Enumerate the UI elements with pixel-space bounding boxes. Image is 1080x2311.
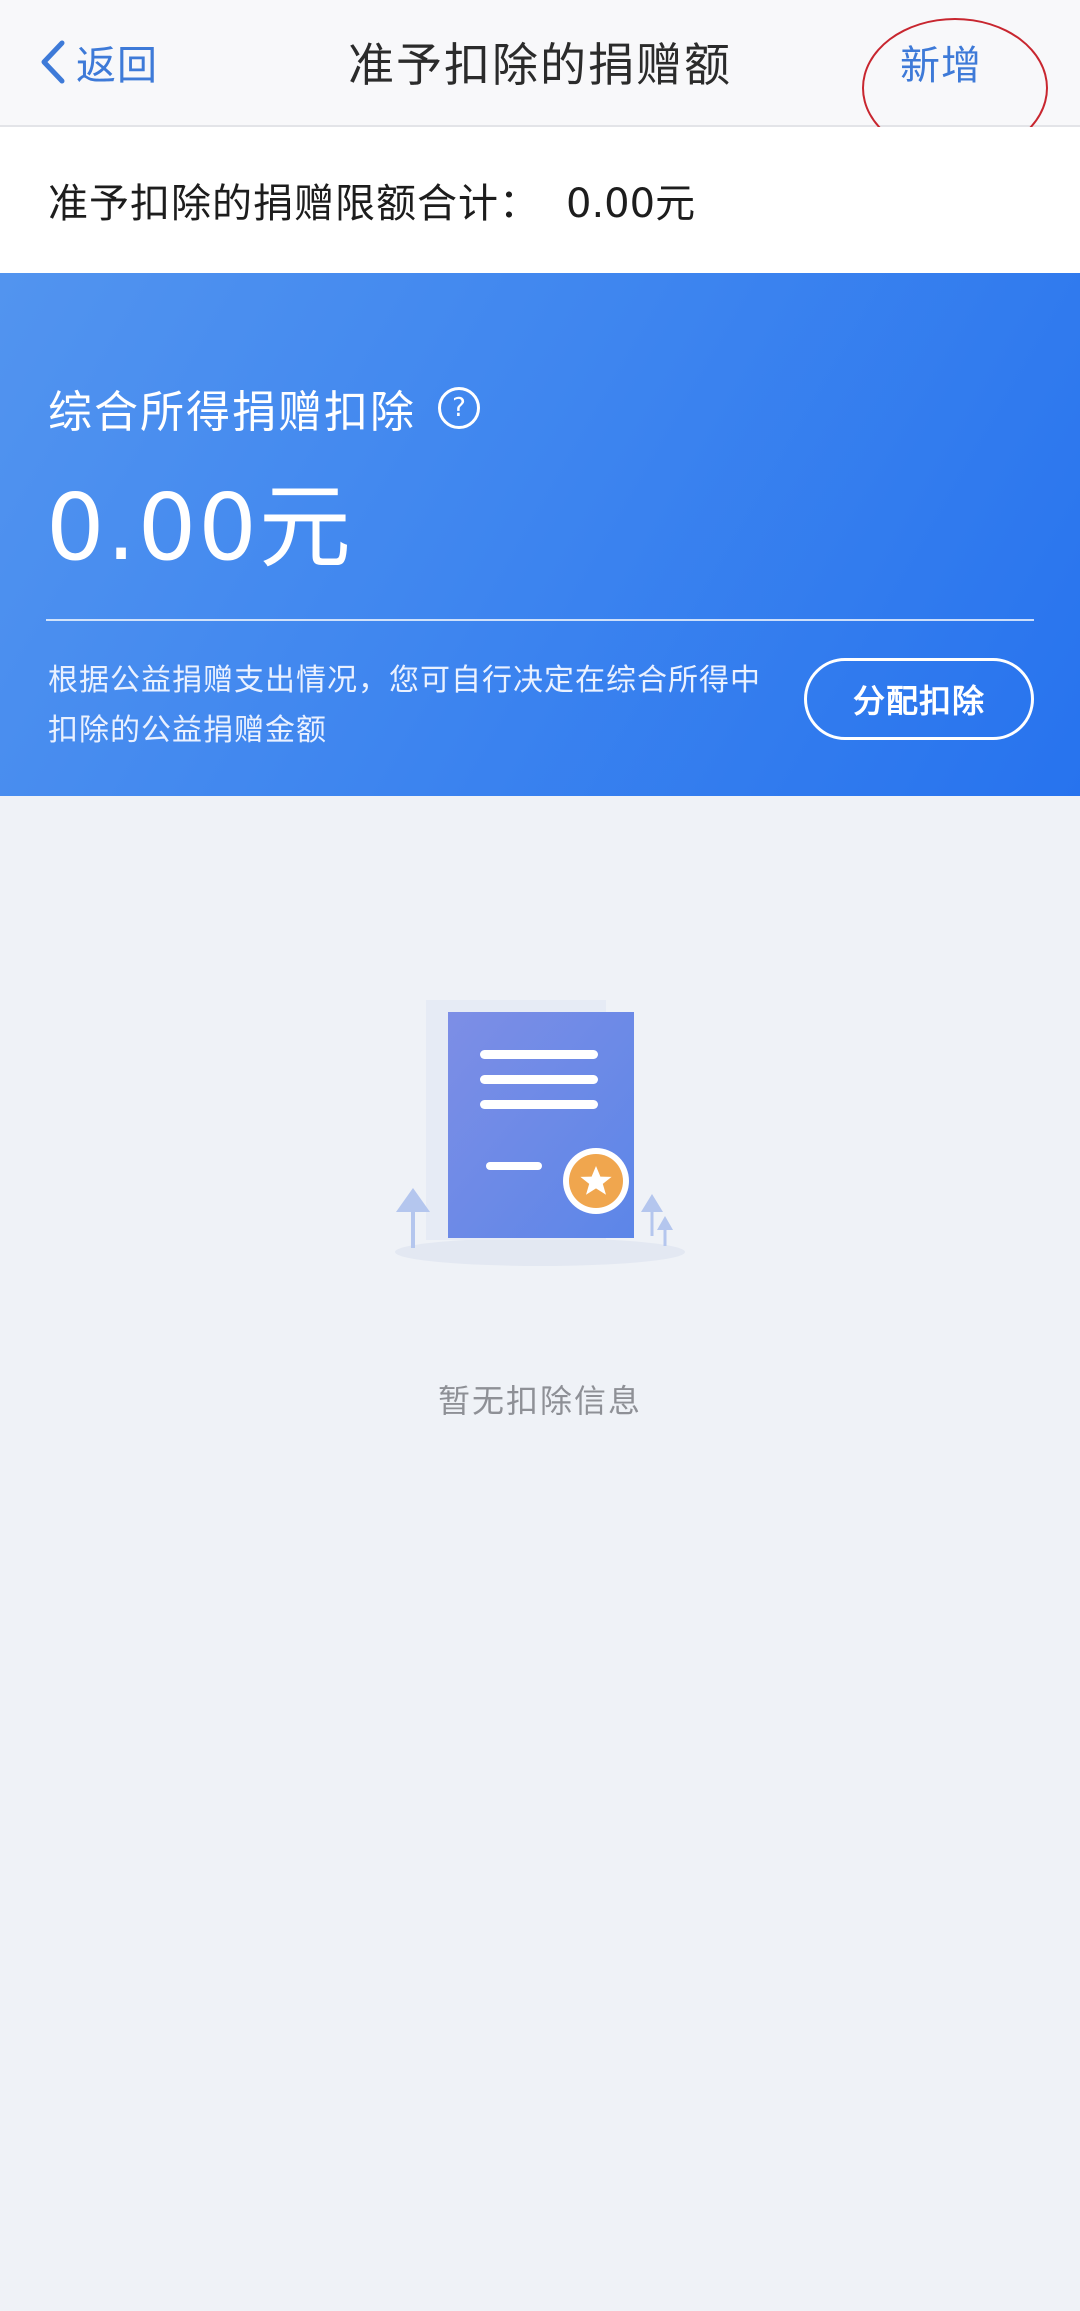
empty-state-text: 暂无扣除信息 xyxy=(437,1382,642,1420)
donation-limit-row: 准予扣除的捐赠限额合计： 0.00元 xyxy=(0,127,1080,273)
card-divider xyxy=(46,619,1034,621)
deduction-summary-card: 综合所得捐赠扣除 ? 0.00元 根据公益捐赠支出情况，您可自行决定在综合所得中… xyxy=(0,273,1080,796)
question-circle-icon[interactable]: ? xyxy=(438,387,480,429)
document-star-illustration xyxy=(395,1000,685,1266)
card-title-row: 综合所得捐赠扣除 ? xyxy=(48,373,480,443)
limit-value: 0.00元 xyxy=(566,181,696,227)
navigation-bar: 返回 准予扣除的捐赠额 新增 xyxy=(0,0,1080,127)
card-title: 综合所得捐赠扣除 xyxy=(48,387,416,438)
card-description: 根据公益捐赠支出情况，您可自行决定在综合所得中扣除的公益捐赠金额 xyxy=(48,663,761,748)
deduction-amount: 0.00元 xyxy=(46,474,353,581)
limit-label: 准予扣除的捐赠限额合计： xyxy=(48,181,540,227)
allocate-deduction-button[interactable]: 分配扣除 xyxy=(804,658,1034,740)
add-button[interactable]: 新增 xyxy=(900,22,982,102)
